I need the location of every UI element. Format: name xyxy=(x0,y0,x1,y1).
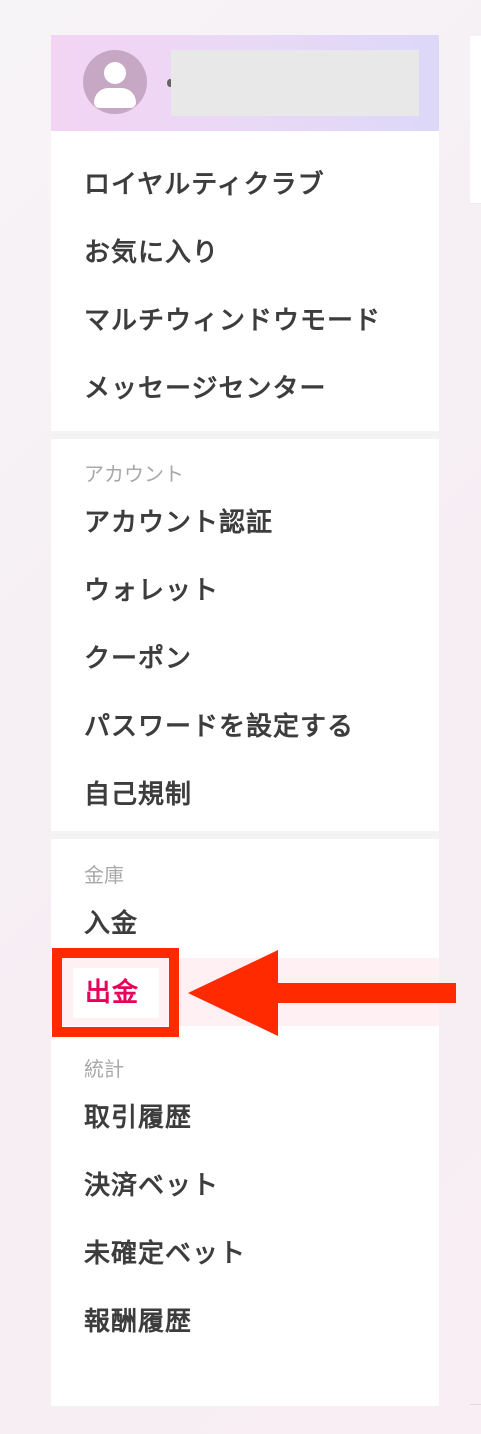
menu-section-account: アカウント アカウント認証 ウォレット クーポン パスワードを設定する 自己規制 xyxy=(51,439,439,831)
avatar-icon[interactable] xyxy=(83,50,147,114)
menu-item-set-password[interactable]: パスワードを設定する xyxy=(51,693,439,761)
profile-header[interactable] xyxy=(51,35,439,131)
annotation-arrow-icon xyxy=(188,950,456,1036)
background-panel xyxy=(470,36,481,204)
menu-item-multi-window-mode[interactable]: マルチウィンドウモード xyxy=(51,287,439,355)
section-heading-stats: 統計 xyxy=(84,1057,124,1081)
menu-item-loyalty-club[interactable]: ロイヤルティクラブ xyxy=(51,151,439,219)
menu-item-favorites[interactable]: お気に入り xyxy=(51,219,439,287)
background-divider xyxy=(470,1404,481,1405)
menu-item-coupons[interactable]: クーポン xyxy=(51,625,439,693)
menu-section-stats: 統計 取引履歴 決済ベット 未確定ベット 報酬履歴 xyxy=(51,1034,439,1406)
avatar-body xyxy=(94,88,136,108)
avatar-head xyxy=(104,62,126,84)
menu-item-self-exclusion[interactable]: 自己規制 xyxy=(51,761,439,829)
menu-item-wallet[interactable]: ウォレット xyxy=(51,557,439,625)
menu-item-account-verification[interactable]: アカウント認証 xyxy=(51,489,439,557)
menu-item-message-center[interactable]: メッセージセンター xyxy=(51,355,439,423)
menu-item-unsettled-bets[interactable]: 未確定ベット xyxy=(51,1220,439,1288)
sidebar: ロイヤルティクラブ お気に入り マルチウィンドウモード メッセージセンター アカ… xyxy=(51,35,439,1406)
menu-item-reward-history[interactable]: 報酬履歴 xyxy=(51,1288,439,1356)
menu-item-settled-bets[interactable]: 決済ベット xyxy=(51,1152,439,1220)
section-heading-vault: 金庫 xyxy=(84,863,124,887)
menu-section-general: ロイヤルティクラブ お気に入り マルチウィンドウモード メッセージセンター xyxy=(51,131,439,431)
section-heading-account: アカウント xyxy=(84,462,184,486)
username-redacted xyxy=(171,50,419,116)
menu-item-withdraw-label[interactable]: 出金 xyxy=(85,968,139,1018)
menu-item-transaction-history[interactable]: 取引履歴 xyxy=(51,1084,439,1152)
